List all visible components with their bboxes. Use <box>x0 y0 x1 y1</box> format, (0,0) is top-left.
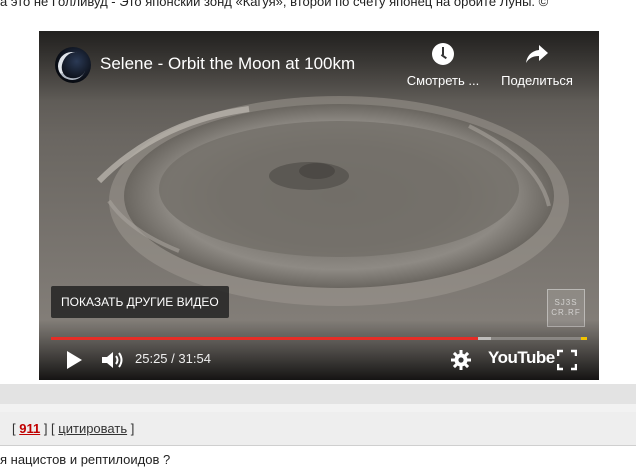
progress-end-marker <box>581 337 587 340</box>
post-separator-strip <box>0 404 636 412</box>
share-button[interactable]: Поделиться <box>493 43 581 91</box>
clock-icon <box>432 43 454 65</box>
video-title[interactable]: Selene - Orbit the Moon at 100km <box>100 54 355 74</box>
watch-later-label: Смотреть ... <box>406 73 480 88</box>
video-player[interactable]: Selene - Orbit the Moon at 100km Смотрет… <box>39 31 599 380</box>
duration: 31:54 <box>178 351 211 366</box>
volume-icon[interactable] <box>100 349 126 371</box>
current-time: 25:25 <box>135 351 168 366</box>
time-display: 25:25 / 31:54 <box>135 351 211 366</box>
top-text: а это не Голливуд - Это японский зонд «К… <box>0 0 549 9</box>
bracket-middle: ] [ <box>40 421 59 436</box>
watch-later-button[interactable]: Смотреть ... <box>395 43 491 91</box>
post-meta-row: [ 911 ] [ цитировать ] <box>0 412 636 445</box>
gear-icon[interactable] <box>450 349 472 371</box>
progress-played <box>51 337 479 340</box>
bracket-close: ] <box>127 421 135 436</box>
progress-bar[interactable] <box>51 337 587 340</box>
more-videos-button[interactable]: ПОКАЗАТЬ ДРУГИЕ ВИДЕО <box>51 286 229 318</box>
time-separator: / <box>167 351 179 366</box>
post-separator-bar <box>0 384 636 404</box>
quote-link[interactable]: цитировать <box>58 421 127 436</box>
post-number-link[interactable]: 911 <box>19 421 40 436</box>
share-arrow-icon <box>526 45 548 63</box>
bottom-text: я нацистов и рептилоидов ? <box>0 452 171 467</box>
divider <box>0 445 636 446</box>
fullscreen-icon[interactable] <box>557 349 577 371</box>
share-label: Поделиться <box>501 73 573 88</box>
play-icon[interactable] <box>64 349 84 371</box>
channel-avatar[interactable] <box>55 47 91 83</box>
youtube-logo[interactable]: YouTube <box>488 348 555 368</box>
